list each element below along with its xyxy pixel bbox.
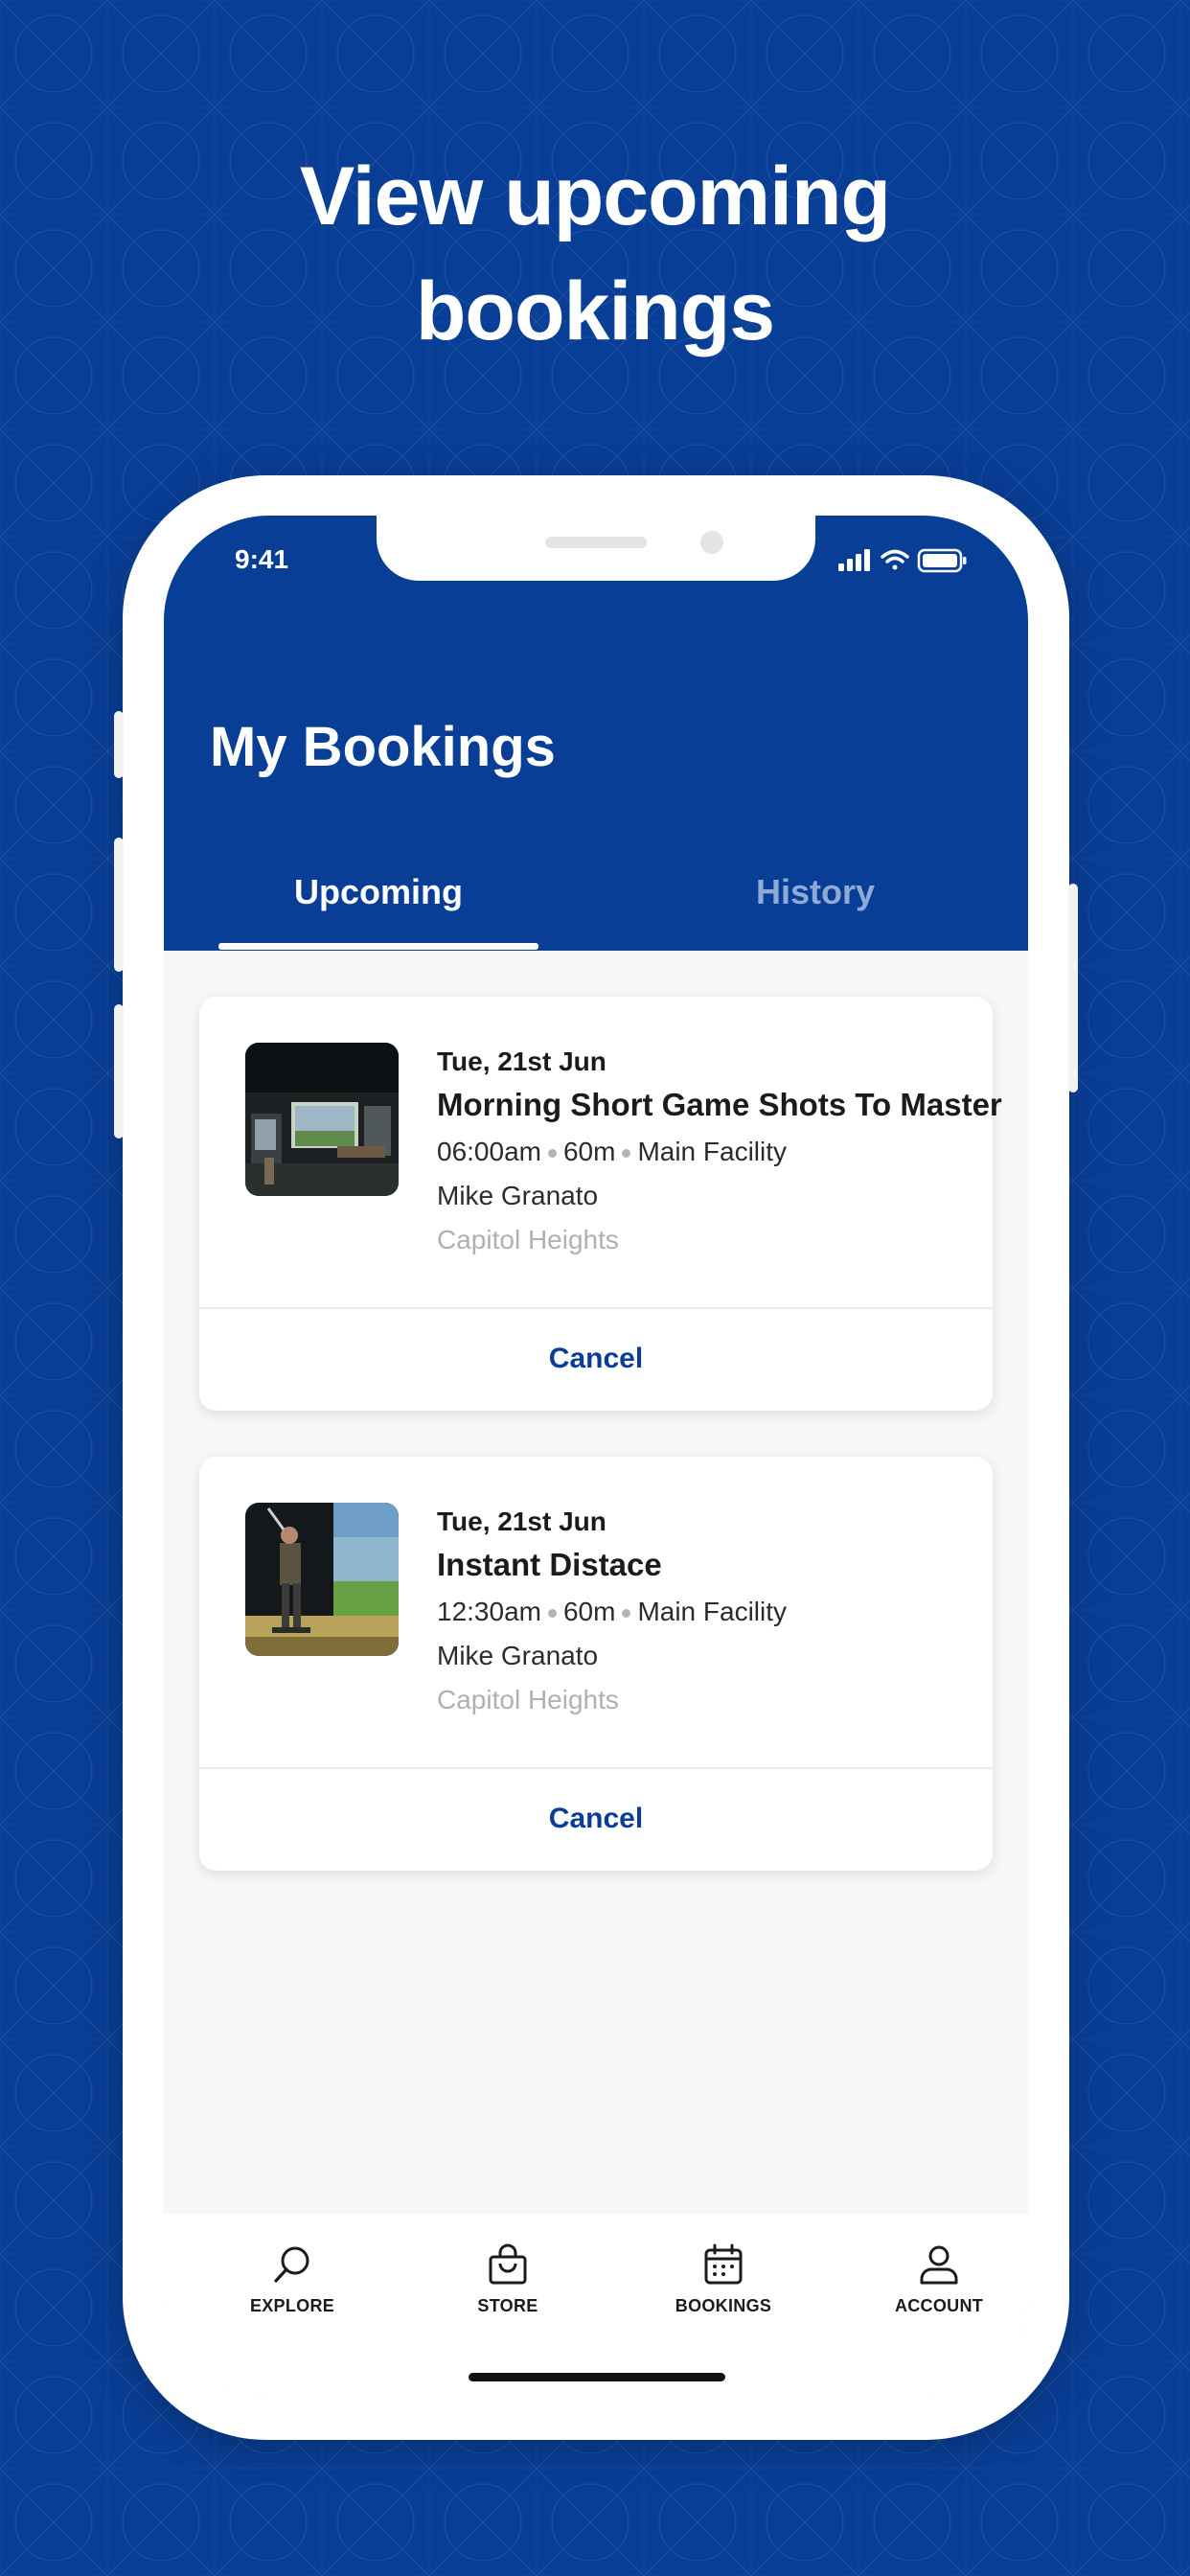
booking-image	[245, 1043, 399, 1196]
status-time: 9:41	[235, 544, 289, 574]
booking-coach: Mike Granato	[437, 1641, 599, 1670]
nav-label-account: ACCOUNT	[894, 2296, 984, 2315]
search-icon	[274, 2246, 309, 2283]
phone-volume-down-button	[114, 1004, 124, 1138]
separator-dot	[622, 1149, 631, 1159]
nav-label-store: STORE	[477, 2296, 538, 2315]
booking-meta: 12:30am 60m Main Facility	[437, 1597, 787, 1627]
home-indicator	[469, 2373, 725, 2381]
booking-meta: 06:00am 60m Main Facility	[437, 1137, 787, 1167]
booking-card: Tue, 21st Jun Morning Short Game Shots T…	[199, 997, 1002, 1411]
nav-label-explore: EXPLORE	[249, 2296, 335, 2315]
phone-power-button	[1068, 884, 1078, 1092]
marketing-headline: View upcoming bookings	[0, 139, 1190, 369]
phone-mute-switch	[114, 711, 124, 778]
nav-label-bookings: BOOKINGS	[675, 2296, 772, 2315]
shopping-bag-icon	[489, 2243, 527, 2285]
nav-item-explore[interactable]: EXPLORE	[216, 2242, 369, 2316]
tab-history[interactable]: History	[655, 872, 975, 912]
signal-icon	[838, 549, 870, 571]
nav-item-account[interactable]: ACCOUNT	[862, 2242, 1016, 2316]
booking-location: Capitol Heights	[437, 1225, 619, 1254]
booking-time: 12:30am	[437, 1597, 541, 1626]
booking-duration: 60m	[562, 1137, 616, 1166]
cancel-button[interactable]: Cancel	[199, 1769, 993, 1871]
booking-coach: Mike Granato	[437, 1181, 599, 1210]
separator-dot	[547, 1149, 557, 1159]
notch-camera	[700, 531, 723, 554]
booking-facility: Main Facility	[637, 1597, 788, 1626]
headline-line-2: bookings	[415, 265, 775, 357]
phone-volume-up-button	[114, 838, 124, 972]
cancel-button[interactable]: Cancel	[199, 1309, 993, 1411]
headline-line-1: View upcoming	[299, 150, 891, 242]
booking-title: Morning Short Game Shots To Master	[437, 1087, 1002, 1122]
booking-location: Capitol Heights	[437, 1685, 619, 1714]
bottom-nav: EXPLORE STORE BOOKINGS ACCOUNT	[164, 2214, 1028, 2400]
separator-dot	[547, 1609, 557, 1619]
wifi-icon	[881, 549, 909, 570]
battery-icon	[917, 548, 967, 573]
booking-image	[245, 1503, 399, 1656]
page-title: My Bookings	[210, 716, 556, 778]
notch-speaker	[545, 537, 647, 548]
tab-upcoming[interactable]: Upcoming	[218, 872, 538, 912]
booking-date: Tue, 21st Jun	[437, 1506, 606, 1536]
nav-item-store[interactable]: STORE	[431, 2242, 584, 2316]
booking-date: Tue, 21st Jun	[437, 1046, 606, 1076]
booking-duration: 60m	[562, 1597, 616, 1626]
phone-screen: 9:41 My Bookings Upcoming History Tue, 2…	[164, 516, 1028, 2400]
active-tab-indicator	[218, 943, 538, 950]
nav-item-bookings[interactable]: BOOKINGS	[647, 2242, 800, 2316]
user-icon	[920, 2245, 958, 2285]
calendar-icon	[704, 2243, 743, 2285]
separator-dot	[622, 1609, 631, 1619]
booking-card: Tue, 21st Jun Instant Distace 12:30am 60m…	[199, 1457, 993, 1871]
booking-facility: Main Facility	[637, 1137, 788, 1166]
booking-time: 06:00am	[437, 1137, 541, 1166]
booking-title: Instant Distace	[437, 1547, 662, 1582]
status-icons	[838, 546, 969, 580]
phone-notch	[377, 516, 815, 581]
app-header: 9:41 My Bookings Upcoming History	[164, 516, 1028, 951]
